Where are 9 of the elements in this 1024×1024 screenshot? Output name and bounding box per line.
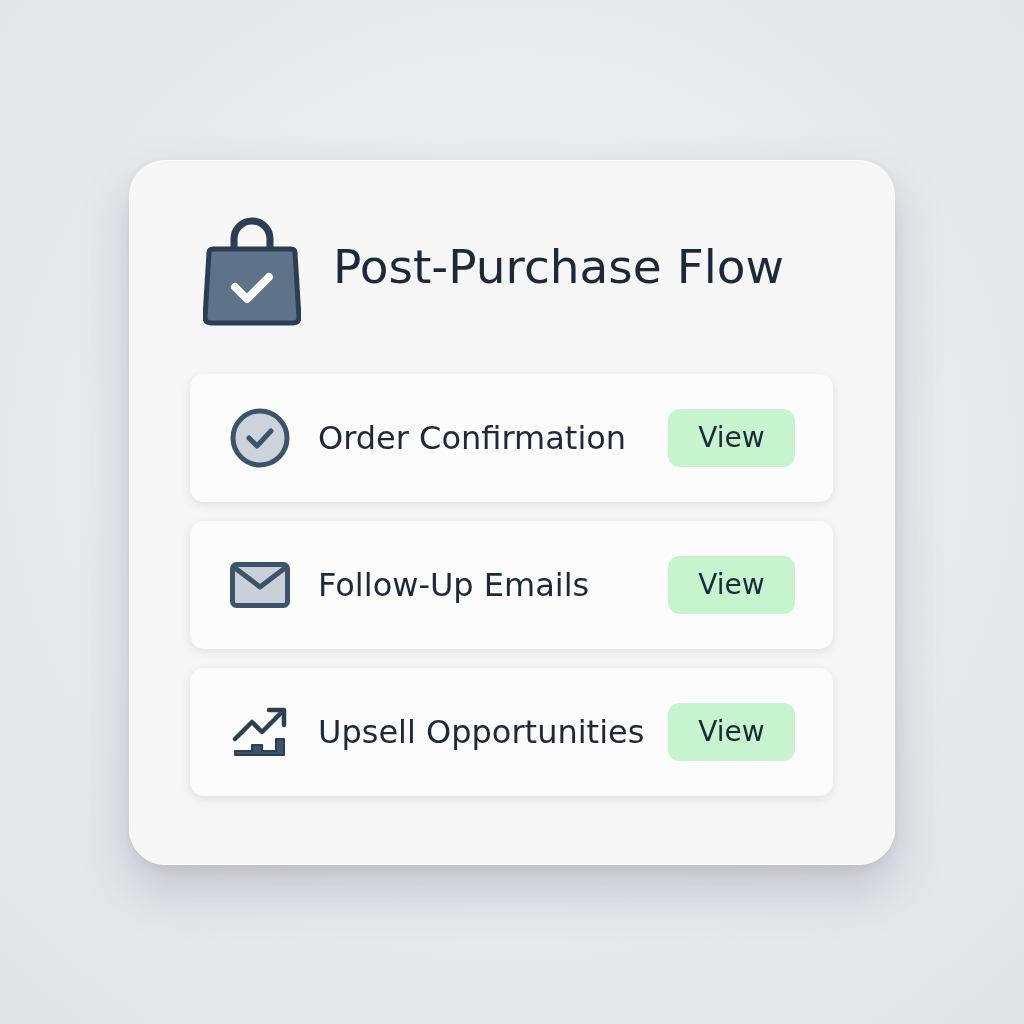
view-button[interactable]: View bbox=[668, 702, 795, 761]
step-label: Order Confirmation bbox=[318, 418, 628, 457]
step-label: Follow-Up Emails bbox=[318, 565, 591, 604]
check-circle-icon bbox=[230, 407, 290, 468]
envelope-icon bbox=[230, 561, 290, 608]
view-button[interactable]: View bbox=[668, 408, 795, 467]
view-button[interactable]: View bbox=[668, 555, 795, 614]
step-label: Upsell Opportunities bbox=[318, 712, 646, 751]
card-title: Post-Purchase Flow bbox=[333, 239, 784, 294]
